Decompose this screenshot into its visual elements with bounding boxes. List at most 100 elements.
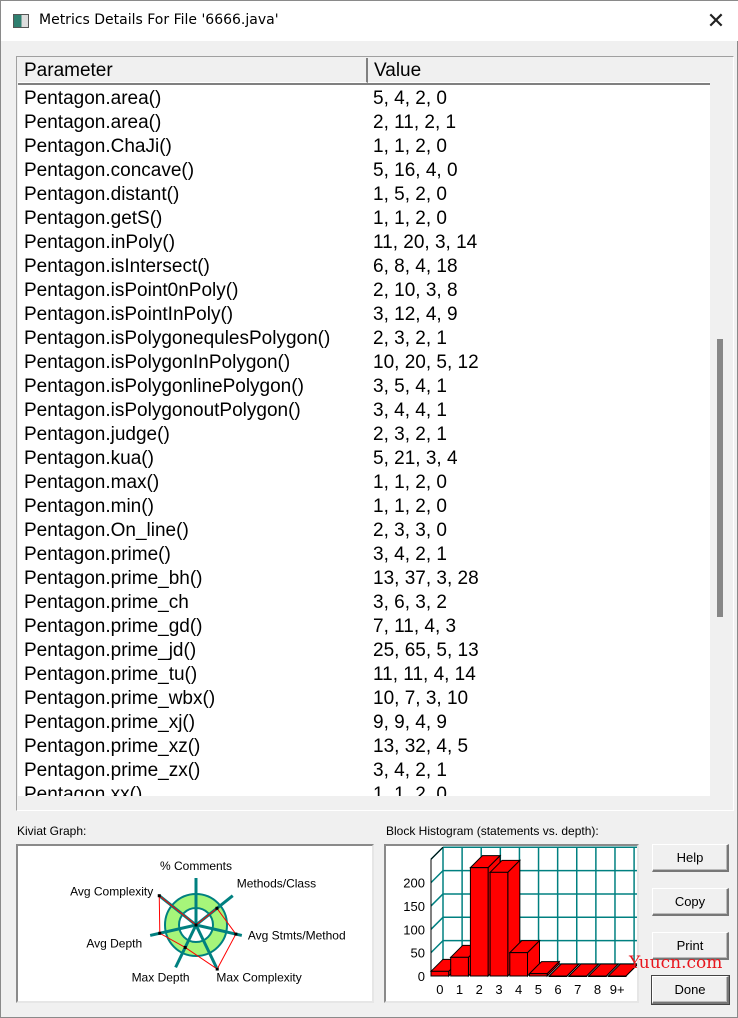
x-tick-label: 1	[456, 982, 463, 997]
parameter-cell: Pentagon.isPolygonoutPolygon()	[24, 400, 301, 421]
block-histogram: 0 50 100 150 200 0 1 2 3 4 5 6 7 8 9+	[384, 844, 639, 1003]
table-row[interactable]: Pentagon.prime() 3, 4, 2, 1	[18, 543, 710, 567]
done-button[interactable]: Done	[651, 975, 730, 1005]
help-button[interactable]: Help	[652, 844, 729, 872]
watermark: Yuucn.com	[629, 953, 723, 973]
value-cell: 11, 11, 4, 14	[373, 664, 476, 685]
value-cell: 1, 1, 2, 0	[373, 784, 447, 796]
table-row[interactable]: Pentagon.prime_bh() 13, 37, 3, 28	[18, 567, 710, 591]
table-row[interactable]: Pentagon.distant() 1, 5, 2, 0	[18, 183, 710, 207]
grid-line	[430, 916, 444, 930]
table-row[interactable]: Pentagon.xx() 1, 1, 2, 0	[18, 783, 710, 796]
parameter-cell: Pentagon.area()	[24, 88, 162, 109]
value-cell: 25, 65, 5, 13	[373, 640, 479, 661]
parameter-cell: Pentagon.prime_xz()	[24, 736, 201, 757]
histogram-bar	[469, 867, 489, 977]
table-row[interactable]: Pentagon.min() 1, 1, 2, 0	[18, 495, 710, 519]
column-header-value[interactable]: Value	[368, 58, 710, 83]
table-row[interactable]: Pentagon.prime_jd() 25, 65, 5, 13	[18, 639, 710, 663]
table-row[interactable]: Pentagon.kua() 5, 21, 3, 4	[18, 447, 710, 471]
table-row[interactable]: Pentagon.isIntersect() 6, 8, 4, 18	[18, 255, 710, 279]
kiviat-axis-label: % Comments	[160, 859, 232, 873]
kiviat-point	[215, 967, 219, 971]
table-row[interactable]: Pentagon.isPointInPoly() 3, 12, 4, 9	[18, 303, 710, 327]
histogram-bar	[450, 956, 469, 977]
value-cell: 13, 32, 4, 5	[373, 736, 469, 757]
value-cell: 3, 4, 2, 1	[373, 760, 447, 781]
x-tick-label: 8	[594, 982, 601, 997]
value-cell: 2, 10, 3, 8	[373, 280, 458, 301]
parameter-cell: Pentagon.prime_ch	[24, 592, 189, 613]
kiviat-axis-label: Max Complexity	[216, 970, 301, 984]
table-row[interactable]: Pentagon.prime_xj() 9, 9, 4, 9	[18, 711, 710, 735]
histogram-bar	[568, 975, 588, 977]
close-button[interactable]: ✕	[701, 7, 731, 35]
x-tick-label: 5	[535, 982, 542, 997]
y-tick-label: 50	[411, 946, 425, 961]
parameter-cell: Pentagon.concave()	[24, 160, 195, 181]
table-row[interactable]: Pentagon.inPoly() 11, 20, 3, 14	[18, 231, 710, 255]
table-row[interactable]: Pentagon.isPoint0nPoly() 2, 10, 3, 8	[18, 279, 710, 303]
x-tick-label: 6	[554, 982, 561, 997]
table-row[interactable]: Pentagon.isPolygonequlesPolygon() 2, 3, 2…	[18, 327, 710, 351]
x-tick-label: 9+	[610, 982, 625, 997]
histogram-bar	[548, 975, 568, 977]
grid-line	[430, 870, 444, 884]
metrics-list[interactable]: Parameter Value Pentagon.area() 5, 4, 2, …	[16, 56, 734, 811]
value-cell: 2, 3, 2, 1	[373, 328, 447, 349]
table-row[interactable]: Pentagon.prime_zx() 3, 4, 2, 1	[18, 759, 710, 783]
table-row[interactable]: Pentagon.ChaJi() 1, 1, 2, 0	[18, 135, 710, 159]
parameter-cell: Pentagon.On_line()	[24, 520, 189, 541]
table-row[interactable]: Pentagon.area() 5, 4, 2, 0	[18, 87, 710, 111]
kiviat-point	[234, 932, 238, 936]
value-cell: 10, 7, 3, 10	[373, 688, 469, 709]
copy-button[interactable]: Copy	[652, 888, 729, 916]
parameter-cell: Pentagon.prime_xj()	[24, 712, 196, 733]
vertical-scrollbar-thumb[interactable]	[717, 339, 723, 617]
parameter-cell: Pentagon.isPolygonInPolygon()	[24, 352, 291, 373]
table-row[interactable]: Pentagon.area() 2, 11, 2, 1	[18, 111, 710, 135]
histogram-bar	[607, 975, 627, 977]
table-row[interactable]: Pentagon.judge() 2, 3, 2, 1	[18, 423, 710, 447]
kiviat-graph: % Comments Methods/Class Avg Stmts/Method M…	[16, 844, 374, 1003]
column-header-parameter[interactable]: Parameter	[18, 58, 368, 83]
table-row[interactable]: Pentagon.prime_ch 3, 6, 3, 2	[18, 591, 710, 615]
y-tick-label: 100	[403, 922, 425, 937]
table-row[interactable]: Pentagon.prime_xz() 13, 32, 4, 5	[18, 735, 710, 759]
table-row[interactable]: Pentagon.concave() 5, 16, 4, 0	[18, 159, 710, 183]
parameter-cell: Pentagon.kua()	[24, 448, 154, 469]
kiviat-point	[158, 931, 162, 935]
table-row[interactable]: Pentagon.prime_wbx() 10, 7, 3, 10	[18, 687, 710, 711]
value-cell: 1, 1, 2, 0	[373, 496, 447, 517]
histogram-bar	[588, 975, 607, 977]
histogram-bar	[430, 970, 450, 977]
x-tick-label: 4	[515, 982, 522, 997]
parameter-cell: Pentagon.distant()	[24, 184, 180, 205]
value-cell: 7, 11, 4, 3	[373, 616, 457, 637]
table-row[interactable]: Pentagon.isPolygonlinePolygon() 3, 5, 4, …	[18, 375, 710, 399]
x-tick-label: 3	[495, 982, 502, 997]
parameter-cell: Pentagon.getS()	[24, 208, 163, 229]
table-row[interactable]: Pentagon.getS() 1, 1, 2, 0	[18, 207, 710, 231]
parameter-cell: Pentagon.prime_zx()	[24, 760, 201, 781]
table-row[interactable]: Pentagon.prime_tu() 11, 11, 4, 14	[18, 663, 710, 687]
table-row[interactable]: Pentagon.isPolygonInPolygon() 10, 20, 5, …	[18, 351, 710, 375]
grid-line	[430, 940, 444, 954]
parameter-cell: Pentagon.inPoly()	[24, 232, 176, 253]
value-cell: 2, 11, 2, 1	[373, 112, 457, 133]
value-cell: 2, 3, 3, 0	[373, 520, 447, 541]
kiviat-point	[183, 945, 187, 949]
window-title: Metrics Details For File '6666.java'	[39, 12, 279, 28]
y-tick-label: 150	[403, 899, 425, 914]
value-cell: 5, 21, 3, 4	[373, 448, 458, 469]
x-tick-label: 7	[574, 982, 581, 997]
app-icon	[13, 14, 29, 28]
parameter-cell: Pentagon.isPolygonlinePolygon()	[24, 376, 304, 397]
value-cell: 13, 37, 3, 28	[373, 568, 479, 589]
table-row[interactable]: Pentagon.max() 1, 1, 2, 0	[18, 471, 710, 495]
table-row[interactable]: Pentagon.On_line() 2, 3, 3, 0	[18, 519, 710, 543]
table-row[interactable]: Pentagon.isPolygonoutPolygon() 3, 4, 4, 1	[18, 399, 710, 423]
table-row[interactable]: Pentagon.prime_gd() 7, 11, 4, 3	[18, 615, 710, 639]
value-cell: 1, 1, 2, 0	[373, 472, 447, 493]
parameter-cell: Pentagon.prime_gd()	[24, 616, 203, 637]
